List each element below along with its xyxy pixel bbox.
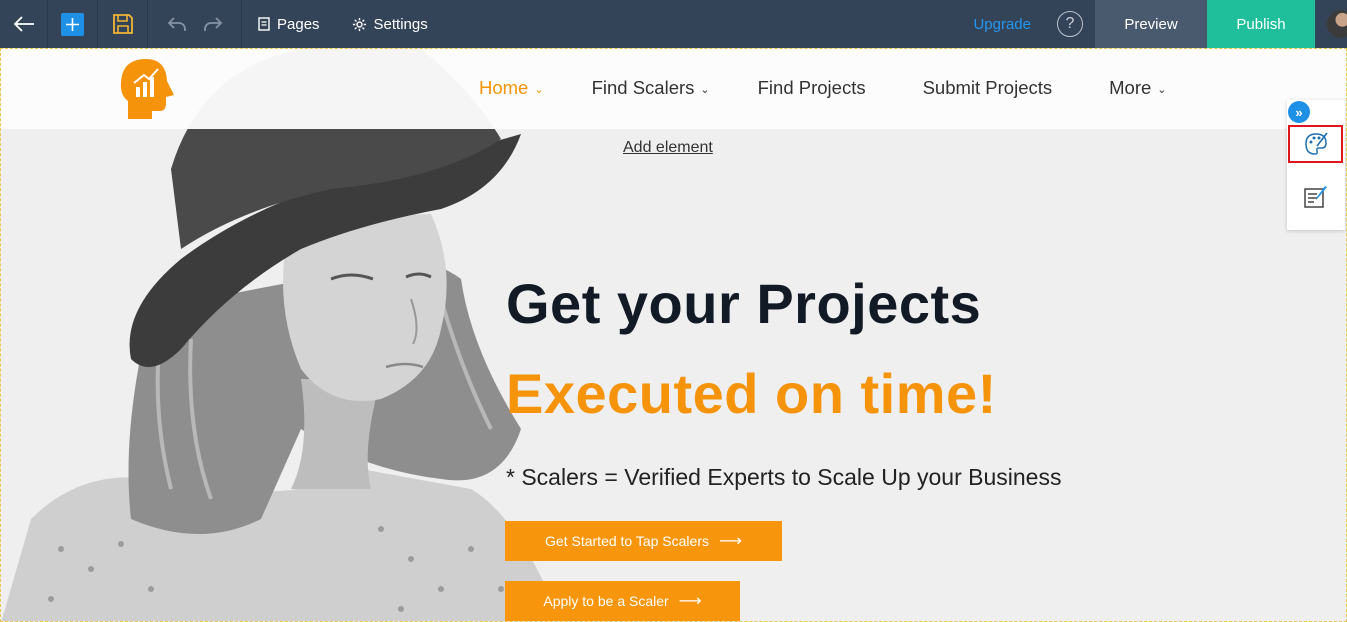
- site-nav: Home ⌄ Find Scalers ⌄ Find Projects Subm…: [479, 77, 1167, 99]
- redo-icon[interactable]: [203, 16, 223, 32]
- nav-more[interactable]: More ⌄: [1109, 77, 1166, 99]
- nav-home-label: Home: [479, 77, 529, 98]
- arrow-right-icon: ⟶: [719, 533, 742, 550]
- undo-redo-group: [148, 0, 242, 48]
- upgrade-link[interactable]: Upgrade: [973, 16, 1031, 33]
- nav-find-scalers[interactable]: Find Scalers ⌄: [592, 77, 710, 99]
- hero-tagline: * Scalers = Verified Experts to Scale Up…: [506, 464, 1062, 490]
- get-started-button[interactable]: Get Started to Tap Scalers ⟶: [505, 521, 782, 561]
- expand-icon[interactable]: »: [1288, 101, 1310, 123]
- pages-menu[interactable]: Pages: [258, 16, 320, 33]
- page-icon: [258, 17, 270, 31]
- edit-content-button[interactable]: [1288, 177, 1343, 217]
- help-icon[interactable]: ?: [1057, 11, 1083, 37]
- apply-scaler-label: Apply to be a Scaler: [543, 593, 669, 609]
- preview-button[interactable]: Preview: [1095, 0, 1207, 48]
- editor-canvas[interactable]: Home ⌄ Find Scalers ⌄ Find Projects Subm…: [0, 48, 1347, 622]
- settings-menu[interactable]: Settings: [352, 16, 428, 33]
- site-header: Home ⌄ Find Scalers ⌄ Find Projects Subm…: [1, 49, 1346, 129]
- save-button[interactable]: [98, 0, 148, 48]
- save-icon: [112, 14, 133, 34]
- chevron-down-icon: ⌄: [1157, 83, 1167, 96]
- nav-home[interactable]: Home ⌄: [479, 77, 544, 99]
- add-element-link[interactable]: Add element: [623, 139, 713, 157]
- avatar-image: [1327, 10, 1347, 38]
- settings-label: Settings: [373, 15, 428, 33]
- nav-submit-projects[interactable]: Submit Projects: [923, 77, 1053, 99]
- back-button[interactable]: [0, 0, 48, 48]
- chevron-down-icon: ⌄: [700, 83, 710, 96]
- user-avatar[interactable]: [1315, 0, 1347, 48]
- apply-scaler-button[interactable]: Apply to be a Scaler ⟶: [505, 581, 740, 621]
- nav-find-scalers-label: Find Scalers: [591, 77, 695, 98]
- plus-icon: [61, 12, 84, 36]
- design-palette-button[interactable]: [1288, 125, 1343, 163]
- pages-label: Pages: [277, 15, 320, 33]
- publish-button[interactable]: Publish: [1207, 0, 1315, 48]
- editor-toolbar: Pages Settings Upgrade ? Preview Publish: [0, 0, 1347, 48]
- chevron-down-icon: ⌄: [534, 83, 544, 96]
- nav-submit-projects-label: Submit Projects: [922, 77, 1053, 98]
- help-glyph: ?: [1065, 15, 1075, 32]
- arrow-right-icon: ⟶: [678, 593, 702, 610]
- nav-more-label: More: [1109, 77, 1152, 98]
- edit-note-icon: [1303, 186, 1327, 208]
- hero-headline-accent: Executed on time!: [506, 362, 997, 425]
- back-arrow-icon: [13, 16, 34, 32]
- get-started-label: Get Started to Tap Scalers: [545, 533, 709, 549]
- nav-find-projects[interactable]: Find Projects: [758, 77, 866, 99]
- undo-icon[interactable]: [167, 16, 187, 32]
- hero-headline: Get your Projects: [506, 272, 982, 335]
- add-button[interactable]: [48, 0, 98, 48]
- palette-icon: [1304, 132, 1328, 155]
- gear-icon: [352, 17, 366, 31]
- nav-find-projects-label: Find Projects: [757, 77, 866, 98]
- logo-icon[interactable]: [118, 57, 176, 121]
